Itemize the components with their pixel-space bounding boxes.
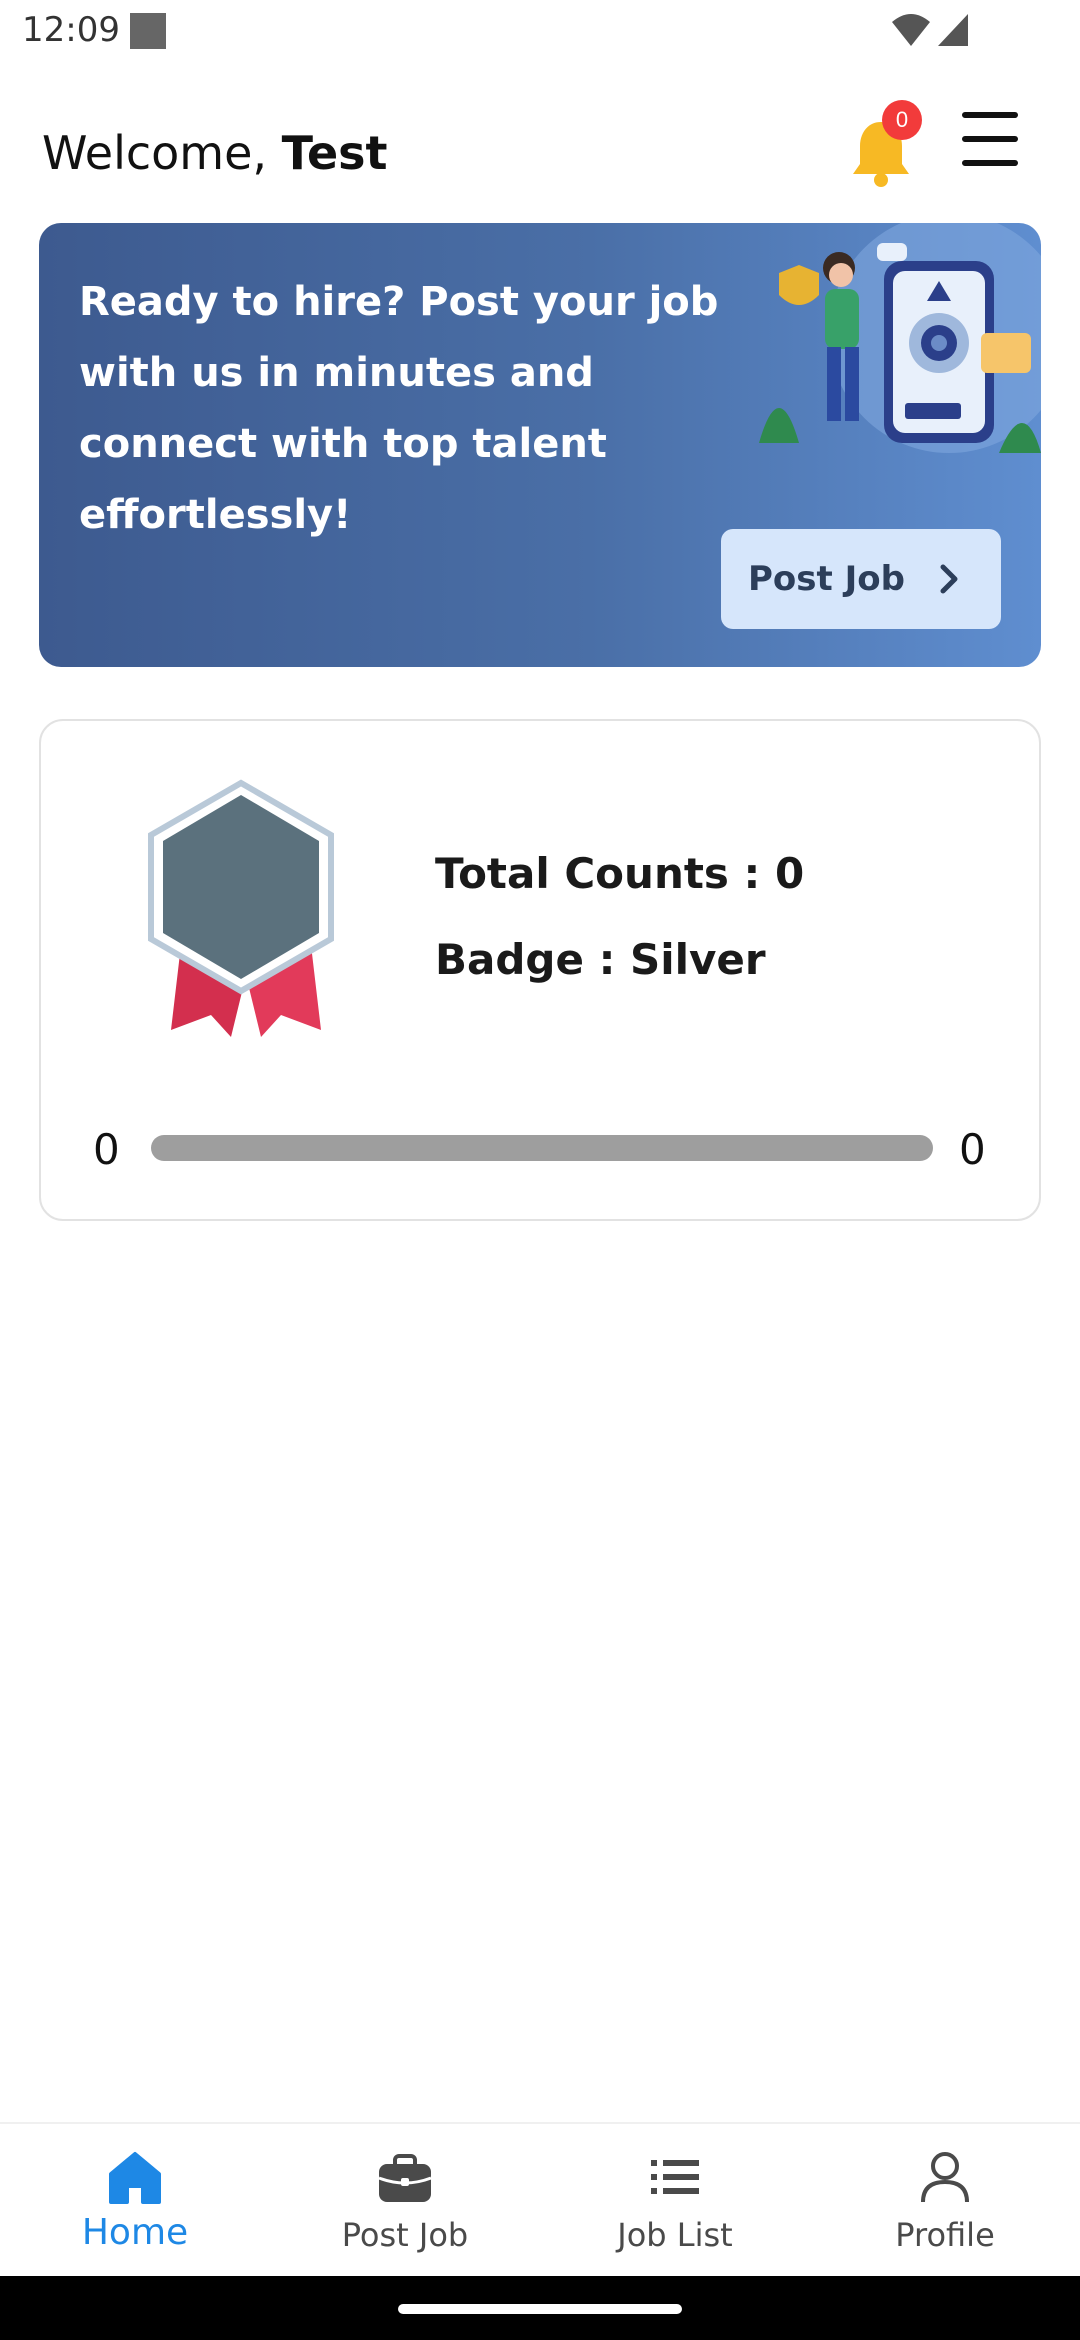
progress-max-value: 0 [959,1125,986,1174]
home-gesture-handle[interactable] [398,2304,682,2314]
post-job-button-label: Post Job [748,559,905,599]
silver-badge-medal-icon [148,779,334,1037]
notification-placeholder-icon [130,13,166,49]
nav-home-label: Home [81,2212,189,2253]
nav-job-list-label: Job List [617,2216,733,2254]
welcome-prefix: Welcome, [42,126,282,180]
nav-profile[interactable]: Profile [810,2124,1080,2278]
nav-post-job[interactable]: Post Job [270,2124,540,2278]
menu-button[interactable] [958,110,1022,170]
welcome-text: Welcome, Test [42,126,388,180]
nav-post-job-label: Post Job [341,2216,469,2254]
person-icon [921,2152,969,2203]
list-icon [651,2160,699,2194]
signal-icon [938,14,968,46]
notification-count-badge: 0 [882,100,922,140]
wifi-icon [892,14,930,46]
hiring-illustration [759,223,1041,453]
user-name: Test [281,126,388,180]
badge-card: Total Counts : 0 Badge : Silver 0 0 [39,719,1041,1221]
badge-level-text: Badge : Silver [435,935,766,984]
progress-min-value: 0 [93,1125,120,1174]
status-time: 12:09 [22,10,120,50]
home-icon [109,2152,161,2204]
post-job-button[interactable]: Post Job [721,529,1001,629]
nav-home[interactable]: Home [0,2124,270,2278]
chevron-right-icon [940,564,958,594]
system-gesture-bar [0,2276,1080,2340]
post-job-banner: Ready to hire? Post your job with us in … [39,223,1041,667]
nav-job-list[interactable]: Job List [540,2124,810,2278]
total-counts-text: Total Counts : 0 [435,849,805,898]
briefcase-icon [378,2154,432,2202]
banner-text: Ready to hire? Post your job with us in … [79,279,719,538]
nav-profile-label: Profile [895,2216,995,2254]
bottom-navigation: Home Post Job Job List Profile [0,2122,1080,2276]
badge-progress-bar [151,1135,933,1161]
status-bar: 12:09 [0,0,1080,66]
